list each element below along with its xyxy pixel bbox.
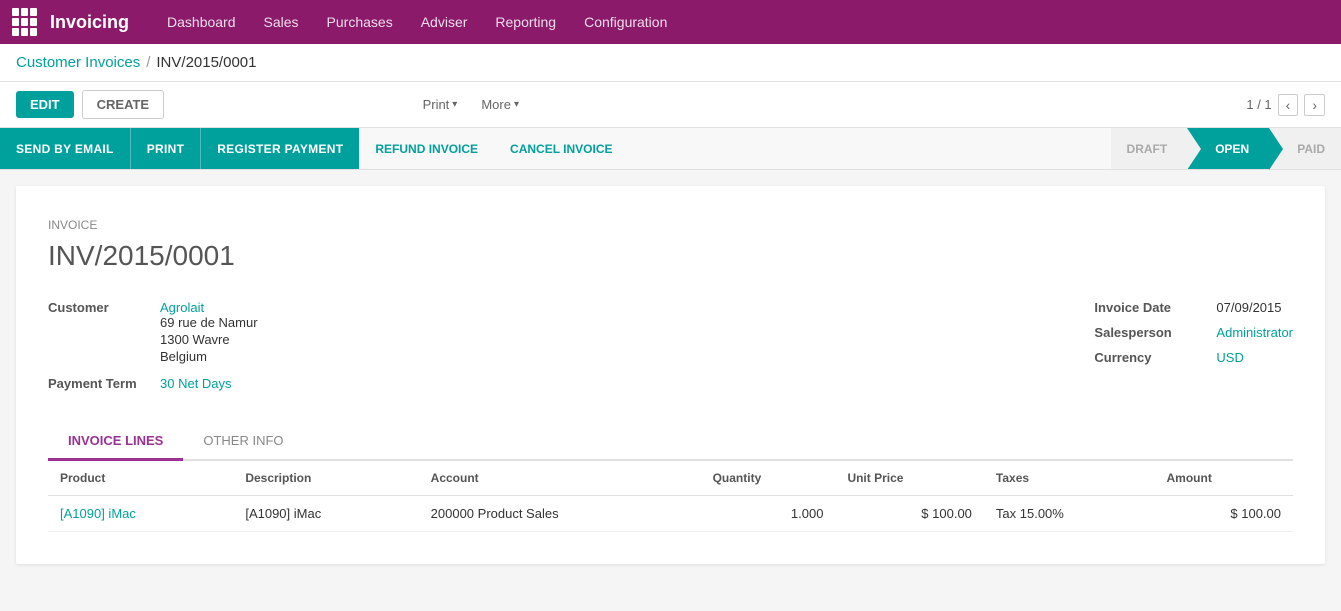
print-button-status[interactable]: PRINT (130, 128, 201, 169)
invoice-card: Invoice INV/2015/0001 Customer Agrolait … (16, 186, 1325, 564)
salesperson-row: Salesperson Administrator (1094, 325, 1293, 340)
payment-term-label: Payment Term (48, 376, 148, 391)
status-steps: DRAFT OPEN PAID (1111, 128, 1341, 169)
nav-sales[interactable]: Sales (250, 0, 313, 44)
nav-adviser[interactable]: Adviser (407, 0, 482, 44)
table-header-row: Product Description Account Quantity Uni… (48, 461, 1293, 496)
invoice-date-label: Invoice Date (1094, 300, 1204, 315)
invoice-date-row: Invoice Date 07/09/2015 (1094, 300, 1293, 315)
status-draft: DRAFT (1111, 128, 1188, 169)
pagination: 1 / 1 ‹ › (1246, 94, 1325, 116)
app-grid-icon[interactable] (12, 8, 40, 36)
cell-taxes: Tax 15.00% (984, 496, 1155, 532)
top-navigation: Invoicing Dashboard Sales Purchases Advi… (0, 0, 1341, 44)
payment-term-value[interactable]: 30 Net Days (160, 376, 232, 391)
more-caret: ▾ (514, 99, 519, 110)
col-taxes: Taxes (984, 461, 1155, 496)
refund-invoice-button[interactable]: REFUND INVOICE (359, 128, 494, 169)
col-account: Account (419, 461, 701, 496)
pagination-next[interactable]: › (1304, 94, 1325, 116)
nav-configuration[interactable]: Configuration (570, 0, 681, 44)
salesperson-value[interactable]: Administrator (1216, 325, 1293, 340)
currency-value[interactable]: USD (1216, 350, 1243, 365)
payment-term-row: Payment Term 30 Net Days (48, 376, 258, 391)
col-quantity: Quantity (701, 461, 836, 496)
address-line1: 69 rue de Namur (160, 315, 258, 330)
breadcrumb: Customer Invoices / INV/2015/0001 (0, 44, 1341, 82)
breadcrumb-parent[interactable]: Customer Invoices (16, 54, 140, 71)
pagination-count: 1 / 1 (1246, 97, 1271, 112)
left-fields: Customer Agrolait 69 rue de Namur 1300 W… (48, 300, 258, 391)
send-email-button[interactable]: SEND BY EMAIL (0, 128, 130, 169)
salesperson-label: Salesperson (1094, 325, 1204, 340)
nav-dashboard[interactable]: Dashboard (153, 0, 250, 44)
invoice-tabs: INVOICE LINES OTHER INFO (48, 423, 1293, 461)
customer-value[interactable]: Agrolait (160, 300, 204, 315)
invoice-fields: Customer Agrolait 69 rue de Namur 1300 W… (48, 300, 1293, 391)
cancel-invoice-button[interactable]: CANCEL INVOICE (494, 128, 628, 169)
create-button[interactable]: CREATE (82, 90, 164, 119)
print-caret: ▾ (452, 99, 457, 110)
print-button[interactable]: Print ▾ (415, 91, 466, 118)
more-button[interactable]: More ▾ (473, 91, 527, 118)
nav-purchases[interactable]: Purchases (313, 0, 407, 44)
cell-description: [A1090] iMac (233, 496, 418, 532)
cell-unit-price: $ 100.00 (835, 496, 983, 532)
customer-label: Customer (48, 300, 148, 315)
currency-label: Currency (1094, 350, 1204, 365)
customer-row: Customer Agrolait (48, 300, 258, 315)
address-block: 69 rue de Namur 1300 Wavre Belgium (48, 315, 258, 364)
cell-account: 200000 Product Sales (419, 496, 701, 532)
tab-other-info[interactable]: OTHER INFO (183, 423, 303, 461)
address-line2: 1300 Wavre (160, 332, 258, 347)
status-bar: SEND BY EMAIL PRINT REGISTER PAYMENT REF… (0, 128, 1341, 170)
invoice-date-value: 07/09/2015 (1216, 300, 1281, 315)
edit-button[interactable]: EDIT (16, 91, 74, 118)
cell-quantity: 1.000 (701, 496, 836, 532)
invoice-label: Invoice (48, 218, 1293, 232)
table-row[interactable]: [A1090] iMac [A1090] iMac 200000 Product… (48, 496, 1293, 532)
nav-reporting[interactable]: Reporting (481, 0, 570, 44)
col-amount: Amount (1155, 461, 1294, 496)
address-line3: Belgium (160, 349, 258, 364)
currency-row: Currency USD (1094, 350, 1293, 365)
breadcrumb-separator: / (146, 54, 150, 71)
col-description: Description (233, 461, 418, 496)
action-bar: EDIT CREATE Print ▾ More ▾ 1 / 1 ‹ › (0, 82, 1341, 128)
cell-product[interactable]: [A1090] iMac (48, 496, 233, 532)
col-unit-price: Unit Price (835, 461, 983, 496)
register-payment-button[interactable]: REGISTER PAYMENT (200, 128, 359, 169)
pagination-prev[interactable]: ‹ (1278, 94, 1299, 116)
invoice-lines-table: Product Description Account Quantity Uni… (48, 461, 1293, 532)
invoice-number: INV/2015/0001 (48, 240, 1293, 272)
right-fields: Invoice Date 07/09/2015 Salesperson Admi… (1094, 300, 1293, 391)
breadcrumb-current: INV/2015/0001 (156, 54, 256, 71)
cell-amount: $ 100.00 (1155, 496, 1294, 532)
col-product: Product (48, 461, 233, 496)
tab-invoice-lines[interactable]: INVOICE LINES (48, 423, 183, 461)
app-name: Invoicing (50, 12, 129, 33)
